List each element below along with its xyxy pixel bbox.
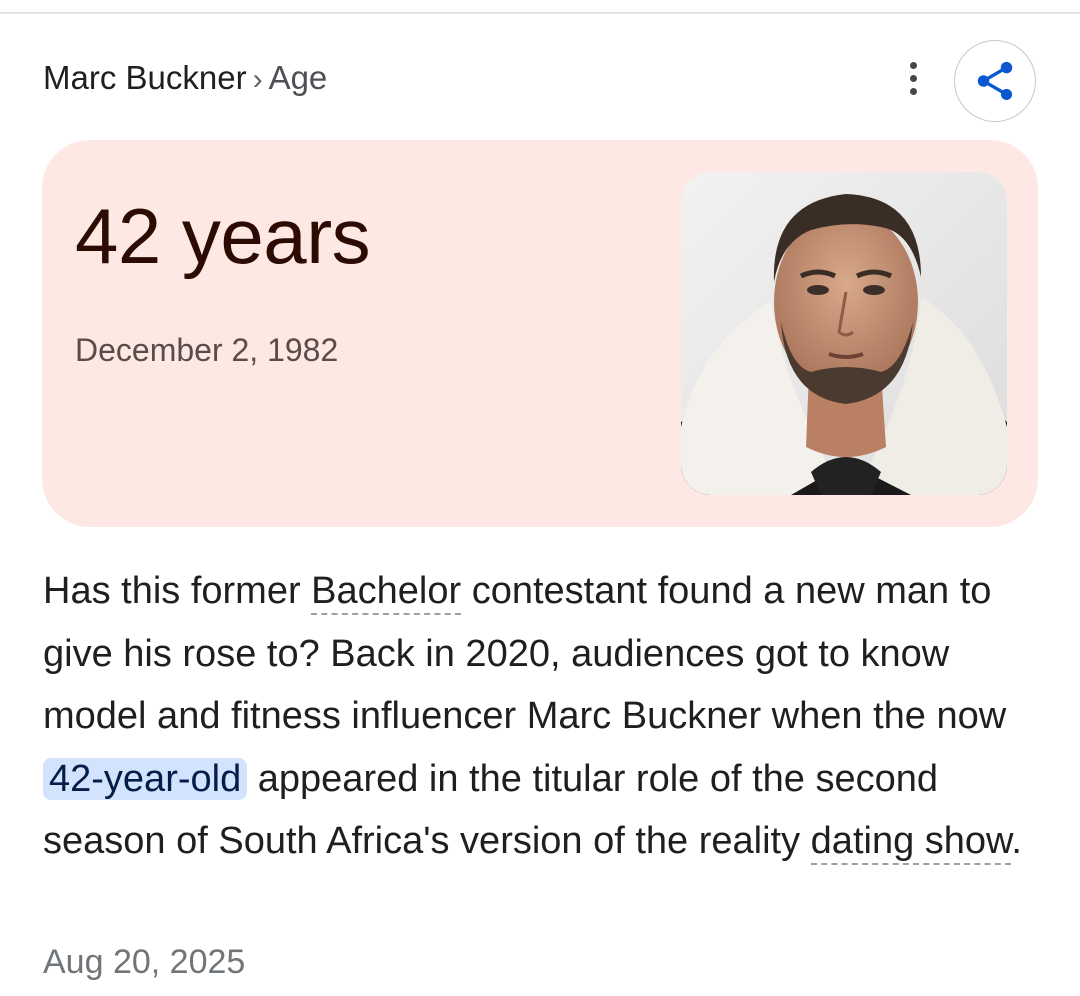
result-header: Marc Buckner › Age xyxy=(43,40,1038,122)
age-answer-card: 42 years December 2, 1982 xyxy=(42,140,1038,527)
person-photo[interactable] xyxy=(681,172,1007,495)
share-icon xyxy=(977,61,1013,101)
age-value: 42 years xyxy=(75,192,371,280)
highlighted-answer: 42-year-old xyxy=(43,757,248,800)
birth-date: December 2, 1982 xyxy=(75,332,339,368)
dating-show-link[interactable]: dating show xyxy=(810,820,1012,865)
top-divider xyxy=(0,12,1080,14)
more-options-button[interactable] xyxy=(895,58,931,98)
breadcrumb-entity[interactable]: Marc Buckner xyxy=(43,59,247,96)
breadcrumb: Marc Buckner › Age xyxy=(43,58,327,100)
share-button[interactable] xyxy=(954,40,1036,122)
portrait-image xyxy=(681,172,1007,495)
snippet-text: Has this former Bachelor contestant foun… xyxy=(43,560,1033,873)
breadcrumb-separator: › xyxy=(252,63,263,96)
snippet-text-part: . xyxy=(1011,820,1022,862)
more-vert-icon xyxy=(909,61,917,95)
breadcrumb-attribute: Age xyxy=(268,59,328,96)
snippet-text-part: Has this former xyxy=(43,570,312,612)
snippet-date: Aug 20, 2025 xyxy=(43,943,246,981)
bachelor-link[interactable]: Bachelor xyxy=(311,570,462,615)
